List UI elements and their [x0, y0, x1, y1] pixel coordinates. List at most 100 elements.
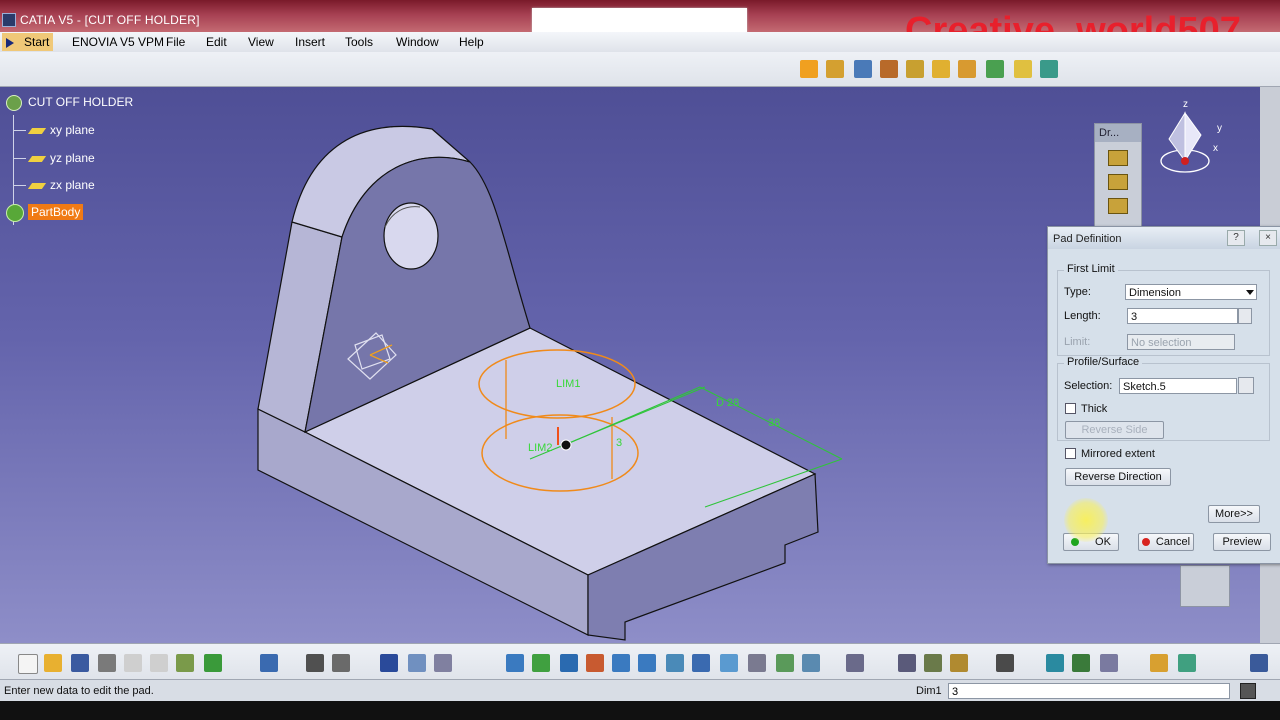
- save-icon[interactable]: [71, 654, 89, 672]
- cancel-button[interactable]: Cancel: [1138, 533, 1194, 551]
- views-icon[interactable]: [692, 654, 710, 672]
- close-button[interactable]: ×: [1259, 230, 1277, 246]
- menu-window[interactable]: Window: [396, 35, 439, 49]
- length-spinner[interactable]: [1238, 308, 1252, 324]
- catia-logo-icon: [1250, 654, 1268, 672]
- tree-node-label: xy plane: [50, 123, 95, 137]
- selection-field[interactable]: Sketch.5: [1119, 378, 1237, 394]
- tree-node-partbody[interactable]: PartBody: [4, 204, 84, 222]
- limit-label: Limit:: [1064, 336, 1091, 348]
- tree-root[interactable]: CUT OFF HOLDER: [6, 95, 133, 111]
- floating-toolbar-lower[interactable]: [1180, 565, 1230, 607]
- slot-icon[interactable]: [958, 60, 976, 78]
- boolean-icon[interactable]: [950, 654, 968, 672]
- power-input-icon[interactable]: [1240, 683, 1256, 699]
- sketcher-icon[interactable]: [800, 60, 818, 78]
- constraint-icon[interactable]: [898, 654, 916, 672]
- loft-icon[interactable]: [1014, 60, 1032, 78]
- cursor-highlight: [1064, 498, 1108, 542]
- material-icon[interactable]: [802, 654, 820, 672]
- fillet-icon[interactable]: [1108, 174, 1128, 190]
- stiffener-icon[interactable]: [986, 60, 1004, 78]
- tree-node-xy-plane[interactable]: xy plane: [14, 123, 95, 137]
- part-icon: [6, 95, 22, 111]
- zoom-out-icon[interactable]: [638, 654, 656, 672]
- help-button[interactable]: ?: [1227, 230, 1245, 246]
- reverse-direction-button[interactable]: Reverse Direction: [1065, 468, 1171, 486]
- mirror-icon[interactable]: [1072, 654, 1090, 672]
- compass-icon[interactable]: z y x: [1155, 95, 1235, 185]
- more-button[interactable]: More>>: [1208, 505, 1260, 523]
- catalog-icon[interactable]: [846, 654, 864, 672]
- menu-start[interactable]: Start: [2, 33, 54, 51]
- new-icon[interactable]: [18, 654, 38, 674]
- preview-button[interactable]: Preview: [1213, 533, 1271, 551]
- menu-insert[interactable]: Insert: [295, 35, 325, 49]
- height-dimension-label[interactable]: 3: [616, 437, 622, 449]
- pan-icon[interactable]: [560, 654, 578, 672]
- measure-icon[interactable]: [434, 654, 452, 672]
- copy-icon[interactable]: [150, 654, 168, 672]
- swap-space-icon[interactable]: [776, 654, 794, 672]
- menu-tools[interactable]: Tools: [345, 35, 373, 49]
- whats-this-icon[interactable]: [260, 654, 278, 672]
- menu-file[interactable]: File: [166, 35, 185, 49]
- mirrored-extent-checkbox[interactable]: [1065, 448, 1076, 459]
- tree-node-zx-plane[interactable]: zx plane: [14, 178, 95, 192]
- print-icon[interactable]: [98, 654, 116, 672]
- analysis-icon[interactable]: [996, 654, 1014, 672]
- render-style-icon[interactable]: [720, 654, 738, 672]
- pad-icon[interactable]: [826, 60, 844, 78]
- pocket-icon[interactable]: [854, 60, 872, 78]
- reverse-side-button[interactable]: Reverse Side: [1065, 421, 1164, 439]
- normal-view-icon[interactable]: [666, 654, 684, 672]
- top-toolbar: [0, 52, 1280, 87]
- rib-icon[interactable]: [932, 60, 950, 78]
- update-icon[interactable]: [924, 654, 942, 672]
- plane-icon: [27, 127, 47, 134]
- menu-enovia[interactable]: ENOVIA V5 VPM: [72, 35, 164, 49]
- thickness-icon[interactable]: [1178, 654, 1196, 672]
- transform-icon[interactable]: [1046, 654, 1064, 672]
- lim1-label[interactable]: LIM1: [556, 378, 580, 390]
- type-dropdown[interactable]: Dimension: [1125, 284, 1257, 300]
- chamfer-icon[interactable]: [1108, 198, 1128, 214]
- menu-edit[interactable]: Edit: [206, 35, 227, 49]
- rotate-icon[interactable]: [586, 654, 604, 672]
- profile-surface-label: Profile/Surface: [1064, 356, 1143, 368]
- thick-checkbox[interactable]: [1065, 403, 1076, 414]
- fly-mode-icon[interactable]: [506, 654, 524, 672]
- sketch-edit-icon[interactable]: [1238, 377, 1254, 394]
- compass-y-label: y: [1217, 123, 1222, 134]
- scaling-icon[interactable]: [1150, 654, 1168, 672]
- catia-app-icon[interactable]: [2, 13, 16, 27]
- floating-toolbar[interactable]: Dr...: [1094, 123, 1142, 237]
- zoom-in-icon[interactable]: [612, 654, 630, 672]
- gear-icon: [6, 204, 24, 222]
- length-input[interactable]: 3: [1127, 308, 1238, 324]
- open-icon[interactable]: [44, 654, 62, 672]
- shaft-icon[interactable]: [880, 60, 898, 78]
- fit-all-icon[interactable]: [532, 654, 550, 672]
- draft-icon[interactable]: [1108, 150, 1128, 166]
- taskbar: [0, 701, 1280, 720]
- diameter-dimension-label[interactable]: D 28: [716, 397, 739, 409]
- undo-icon[interactable]: [204, 654, 222, 672]
- tree-node-yz-plane[interactable]: yz plane: [14, 151, 95, 165]
- length-dimension-label[interactable]: 38: [768, 417, 780, 429]
- table-icon[interactable]: [380, 654, 398, 672]
- limit-field: No selection: [1127, 334, 1235, 350]
- formula-icon[interactable]: [306, 654, 324, 672]
- hide-show-icon[interactable]: [748, 654, 766, 672]
- menu-help[interactable]: Help: [459, 35, 484, 49]
- knowledge-icon[interactable]: [332, 654, 350, 672]
- tree-icon[interactable]: [408, 654, 426, 672]
- lim2-label[interactable]: LIM2: [528, 442, 552, 454]
- hole-icon[interactable]: [906, 60, 924, 78]
- menu-view[interactable]: View: [248, 35, 274, 49]
- remove-loft-icon[interactable]: [1040, 60, 1058, 78]
- pattern-icon[interactable]: [1100, 654, 1118, 672]
- paste-icon[interactable]: [176, 654, 194, 672]
- dim-input[interactable]: 3: [948, 683, 1230, 699]
- cut-icon[interactable]: [124, 654, 142, 672]
